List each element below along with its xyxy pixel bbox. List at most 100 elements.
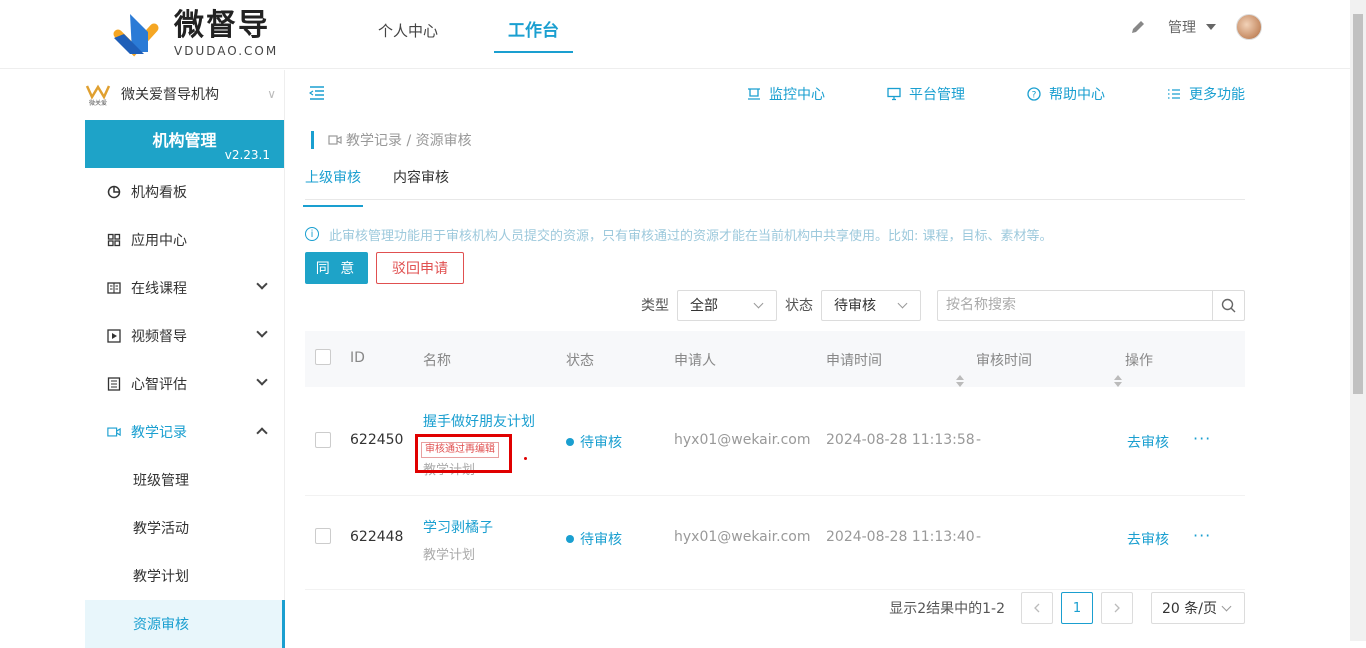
sidebar-item-app-center[interactable]: 应用中心 [85, 216, 284, 264]
org-switcher[interactable]: 微关爱 微关爱督导机构 ∨ [85, 70, 284, 118]
main-content: 监控中心 平台管理 ? 帮助中心 更多功能 教学记录 / 资源审核 上级审核 内… [303, 70, 1245, 321]
module-banner: 机构管理 v2.23.1 [85, 120, 284, 168]
search-button[interactable] [1212, 290, 1244, 320]
top-bar: 微督导 VDUDAO.COM 个人中心 工作台 管理 [0, 0, 1350, 69]
brand-logo-icon [110, 8, 164, 62]
go-review-link[interactable]: 去审核 [1127, 529, 1169, 549]
search-input[interactable] [938, 290, 1212, 320]
approve-button[interactable]: 同 意 [305, 252, 368, 284]
applicant: hyx01@wekair.com [674, 529, 811, 545]
pie-chart-icon [107, 185, 121, 199]
resource-category: 教学计划 [423, 548, 476, 563]
user-name[interactable]: 管理 [1168, 17, 1196, 37]
tab-workbench[interactable]: 工作台 [494, 0, 574, 69]
notice-text: 此审核管理功能用于审核机构人员提交的资源，只有审核通过的资源才能在当前机构中共享… [329, 228, 1053, 244]
breadcrumb-bar [311, 131, 314, 149]
more-actions-icon[interactable]: ··· [1193, 429, 1211, 448]
status-badge: 待审核 [566, 529, 622, 549]
more-features-link[interactable]: 更多功能 [1167, 84, 1245, 104]
tab-content-review[interactable]: 内容审核 [393, 164, 449, 199]
highlight-box [415, 434, 512, 473]
sidebar-item-label: 教学活动 [133, 521, 189, 537]
sidebar-item-dashboard[interactable]: 机构看板 [85, 168, 284, 216]
collapse-menu-icon[interactable] [309, 86, 325, 100]
review-time: - [976, 529, 982, 545]
header-id: ID [350, 350, 365, 366]
apply-time: 2024-08-28 11:13:40 [826, 529, 975, 545]
page-number-button[interactable]: 1 [1061, 592, 1093, 624]
review-tabs: 上级审核 内容审核 [303, 164, 1245, 207]
edit-icon[interactable] [1130, 19, 1146, 35]
reject-button[interactable]: 驳回申请 [376, 252, 464, 284]
table-row: 622450 握手做好朋友计划 审核通过再编辑 教学计划 待审核 hyx01@w… [305, 387, 1245, 496]
scrollbar-thumb[interactable] [1353, 14, 1363, 394]
list-icon [107, 377, 121, 391]
search-box [937, 289, 1245, 321]
sidebar-menu: 机构看板 应用中心 在线课程 视频督导 心智评估 教学记录 班级管理 教学活动 … [85, 168, 285, 648]
help-center-label: 帮助中心 [1049, 87, 1105, 103]
chevron-down-icon: ∨ [267, 87, 276, 101]
sidebar-item-teaching-records[interactable]: 教学记录 [85, 408, 284, 456]
sidebar-item-class-management[interactable]: 班级管理 [85, 456, 284, 504]
page-size-select[interactable]: 20 条/页 [1151, 592, 1245, 624]
row-checkbox[interactable] [315, 528, 331, 544]
info-icon: i [305, 227, 319, 241]
pagination-summary: 显示2结果中的1-2 [889, 601, 1005, 617]
chevron-left-icon [1034, 603, 1040, 613]
avatar[interactable] [1236, 14, 1262, 40]
status-filter-label: 状态 [785, 298, 813, 314]
monitor-center-label: 监控中心 [769, 87, 825, 103]
platform-management-link[interactable]: 平台管理 [887, 84, 965, 104]
user-area: 管理 [1130, 14, 1262, 40]
table-header: ID 名称 状态 申请人 申请时间 审核时间 操作 [305, 331, 1245, 387]
header-status: 状态 [566, 353, 594, 369]
sidebar-item-assessment[interactable]: 心智评估 [85, 360, 284, 408]
org-logo-icon: 微关爱 [85, 84, 111, 107]
desktop-icon [887, 87, 901, 101]
prev-page-button[interactable] [1021, 592, 1053, 624]
status-badge: 待审核 [566, 432, 622, 452]
batch-actions: 同 意 驳回申请 [305, 252, 1245, 284]
sort-icon[interactable] [956, 375, 964, 387]
tab-personal-center[interactable]: 个人中心 [378, 0, 438, 69]
sidebar-item-online-courses[interactable]: 在线课程 [85, 264, 284, 312]
type-filter-label: 类型 [641, 298, 669, 314]
resource-name-link[interactable]: 握手做好朋友计划 [423, 411, 535, 431]
header-apply-time: 申请时间 [826, 353, 882, 369]
brand-name: 微督导 [174, 8, 270, 43]
search-icon [1221, 298, 1236, 312]
header-ops: 操作 [1125, 353, 1153, 369]
sidebar-item-teaching-plans[interactable]: 教学计划 [85, 552, 284, 600]
resource-name-link[interactable]: 学习剥橘子 [423, 517, 493, 537]
chevron-down-icon [1221, 601, 1232, 612]
video-camera-icon [328, 135, 342, 145]
brand-logo[interactable]: 微督导 VDUDAO.COM [110, 8, 278, 62]
user-menu-caret-icon[interactable] [1206, 24, 1216, 30]
tab-superior-review[interactable]: 上级审核 [303, 164, 363, 207]
svg-text:?: ? [1032, 91, 1037, 101]
sidebar-item-label: 资源审核 [133, 617, 189, 633]
status-select[interactable]: 待审核 [821, 289, 921, 321]
go-review-link[interactable]: 去审核 [1127, 432, 1169, 452]
page-scrollbar[interactable] [1350, 0, 1366, 641]
sidebar-item-video-supervision[interactable]: 视频督导 [85, 312, 284, 360]
review-time: - [976, 432, 982, 448]
sidebar-item-label: 应用中心 [131, 233, 187, 249]
help-center-link[interactable]: ? 帮助中心 [1027, 84, 1105, 104]
more-actions-icon[interactable]: ··· [1193, 526, 1211, 545]
row-checkbox[interactable] [315, 432, 331, 448]
chevron-right-icon [1114, 603, 1120, 613]
org-logo-text: 微关爱 [89, 99, 107, 107]
sort-icon[interactable] [1114, 375, 1122, 387]
play-icon [107, 329, 121, 343]
chevron-down-icon [256, 326, 268, 338]
select-all-checkbox[interactable] [315, 349, 331, 365]
help-icon: ? [1027, 87, 1041, 101]
row-id: 622450 [350, 432, 404, 448]
sidebar-item-label: 在线课程 [131, 281, 187, 297]
next-page-button[interactable] [1101, 592, 1133, 624]
type-select[interactable]: 全部 [677, 289, 777, 321]
brand-domain: VDUDAO.COM [174, 44, 279, 58]
monitor-center-link[interactable]: 监控中心 [747, 84, 825, 104]
sidebar-item-teaching-activities[interactable]: 教学活动 [85, 504, 284, 552]
